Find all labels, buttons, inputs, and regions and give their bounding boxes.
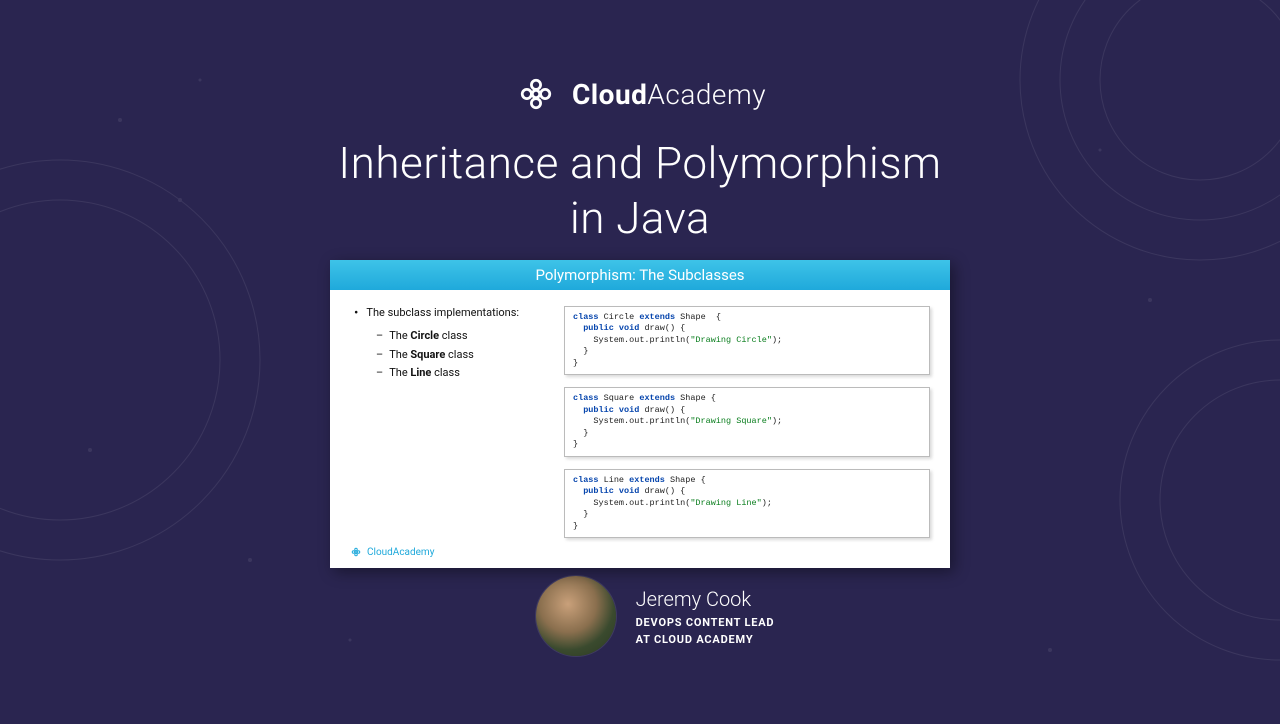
bullet-sub-circle: –The Circle class	[354, 327, 544, 346]
course-title: Inheritance and Polymorphism in Java	[0, 136, 1280, 246]
code-box-line: class Line extends Shape { public void d…	[564, 469, 930, 538]
brand-logo-text: CloudAcademy	[572, 78, 766, 111]
slide-bullet-column: • The subclass implementations: –The Cir…	[354, 306, 544, 538]
embedded-slide: Polymorphism: The Subclasses • The subcl…	[330, 260, 950, 568]
slide-header: Polymorphism: The Subclasses	[330, 260, 950, 290]
author-role-line2: AT CLOUD ACADEMY	[636, 632, 775, 647]
author-role-line1: DEVOPS CONTENT LEAD	[636, 615, 775, 630]
author-byline: Jeremy Cook DEVOPS CONTENT LEAD AT CLOUD…	[0, 576, 1280, 656]
bullet-sub-line: –The Line class	[354, 364, 544, 383]
bullet-main: • The subclass implementations:	[354, 306, 544, 321]
author-info: Jeremy Cook DEVOPS CONTENT LEAD AT CLOUD…	[636, 585, 775, 648]
slide-footer-brand: CloudAcademy	[350, 546, 434, 558]
cloud-academy-logo-icon	[514, 72, 558, 116]
code-box-square: class Square extends Shape { public void…	[564, 387, 930, 456]
bullet-sub-square: –The Square class	[354, 346, 544, 365]
slide-body: • The subclass implementations: –The Cir…	[330, 290, 950, 568]
author-avatar	[536, 576, 616, 656]
code-box-circle: class Circle extends Shape { public void…	[564, 306, 930, 375]
brand-logo: CloudAcademy	[0, 0, 1280, 116]
author-name: Jeremy Cook	[636, 585, 775, 613]
slide-code-column: class Circle extends Shape { public void…	[564, 306, 930, 538]
